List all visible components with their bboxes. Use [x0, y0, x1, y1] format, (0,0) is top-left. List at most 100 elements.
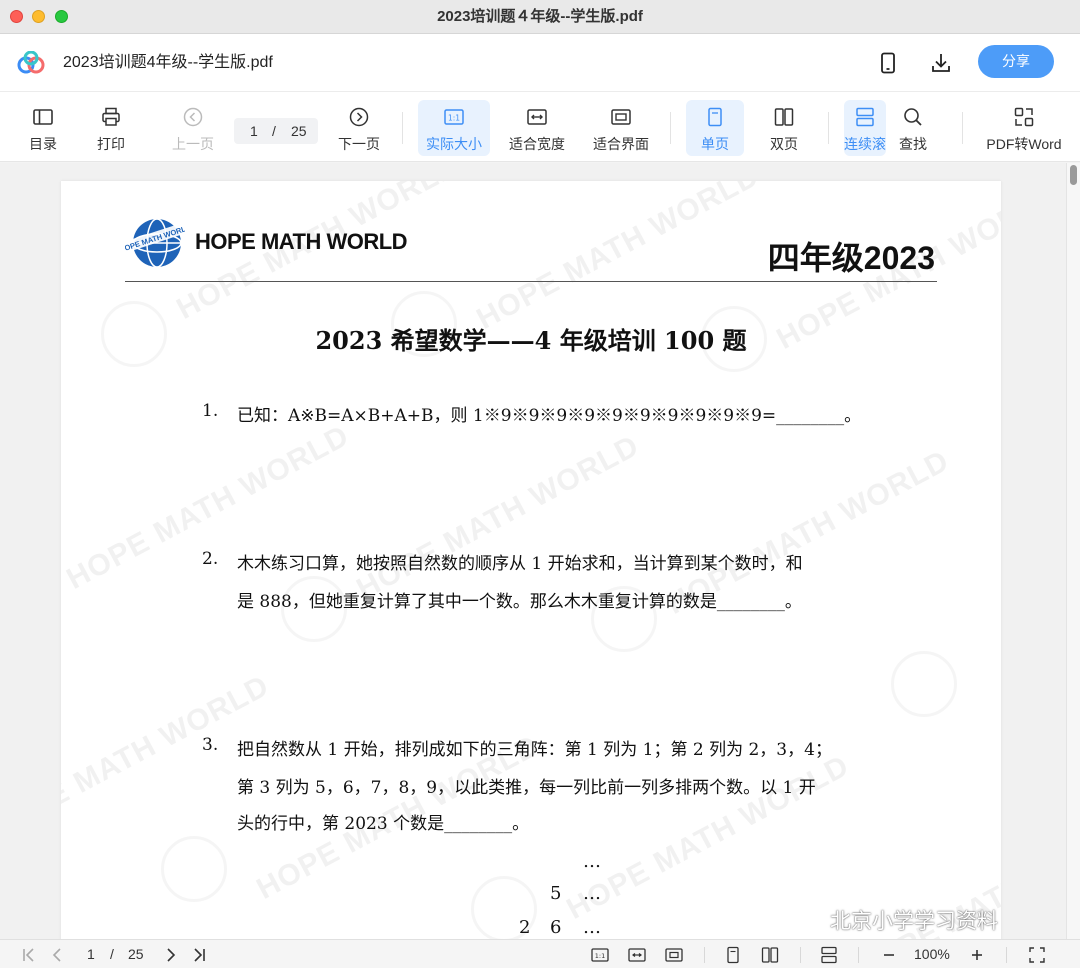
continuous-scroll-icon[interactable] [820, 946, 838, 964]
search-label: 查找 [899, 136, 927, 152]
pdf-to-word-label: PDF转Word [986, 136, 1062, 152]
prev-page-button[interactable]: 上一页 [168, 100, 218, 156]
double-page-icon[interactable] [761, 946, 779, 964]
next-page-label: 下一页 [338, 136, 380, 152]
fit-width-icon [527, 109, 547, 125]
question-number: 2. [202, 549, 219, 569]
toc-label: 目录 [29, 136, 57, 152]
vertical-scrollbar[interactable] [1066, 163, 1080, 939]
prev-page-icon[interactable] [48, 946, 66, 964]
triangle-cell: 6 [550, 917, 562, 938]
document-title: 2023培训题4年级--学生版.pdf [63, 54, 273, 71]
scrollbar-thumb[interactable] [1070, 165, 1077, 185]
question-line: 把自然数从 1 开始，排列成如下的三角阵：第 1 列为 1；第 2 列为 2，3… [237, 740, 832, 760]
fit-width-label: 适合宽度 [509, 136, 565, 152]
status-divider [858, 947, 859, 963]
social-watermark-text: 北京小学学习资料 [830, 909, 998, 933]
printer-icon [102, 107, 120, 126]
print-button[interactable]: 打印 [88, 100, 134, 156]
status-page-total: 25 [128, 946, 144, 962]
status-divider [704, 947, 705, 963]
sidebar-icon [33, 109, 53, 125]
brand-name: HOPE MATH WORLD [195, 229, 408, 254]
baidu-netdisk-logo-icon [17, 51, 45, 74]
watermark-globe-icon [161, 836, 227, 902]
status-page-current[interactable]: 1 [87, 940, 95, 968]
toolbar-divider [402, 112, 403, 144]
next-page-icon[interactable] [162, 946, 180, 964]
next-page-button[interactable]: 下一页 [334, 100, 384, 156]
question-line: 是 888，但她重复计算了其中一个数。那么木木重复计算的数是________。 [237, 592, 802, 612]
app-window: 2023培训题４年级--学生版.pdf 2023培训题4年级--学生版.pdf … [0, 0, 1080, 968]
triangle-cell: … [583, 883, 601, 904]
status-bar: 1 / 25 1:1 100% [0, 939, 1080, 968]
toolbar-divider [962, 112, 963, 144]
actual-size-icon: 1:1 [444, 109, 464, 125]
last-page-icon[interactable] [190, 946, 208, 964]
triangle-cell: 2 [519, 917, 531, 938]
download-icon[interactable] [929, 51, 953, 75]
question-number: 1. [202, 401, 219, 421]
zoom-in-icon[interactable] [968, 946, 986, 964]
toolbar: 目录 打印 上一页 1 / 25 下一页 1:1 实际大小 适合宽度 适合界面 … [0, 92, 1080, 162]
pdf-page: HOPE MATH WORLD HOPE MATH WORLD HOPE MAT… [61, 181, 1001, 939]
question-line: 第 3 列为 5，6，7，8，9，以此类推，每一列比前一列多排两个数。以 1 开 [237, 778, 816, 798]
search-button[interactable]: 查找 [890, 100, 936, 156]
toolbar-divider [670, 112, 671, 144]
continuous-scroll-icon [856, 107, 874, 127]
document-viewport[interactable]: HOPE MATH WORLD HOPE MATH WORLD HOPE MAT… [0, 163, 1066, 939]
double-page-icon [774, 108, 794, 126]
single-page-button[interactable]: 单页 [686, 100, 744, 156]
triangle-cell: … [583, 851, 601, 872]
toolbar-divider [828, 112, 829, 144]
question-number: 3. [202, 735, 219, 755]
page-current: 1 [250, 123, 258, 139]
grade-label: 四年级2023 [767, 240, 935, 276]
status-divider [800, 947, 801, 963]
zoom-out-icon[interactable] [880, 946, 898, 964]
convert-icon [1014, 107, 1034, 127]
single-page-icon[interactable] [724, 946, 742, 964]
search-icon [904, 108, 922, 126]
prev-page-label: 上一页 [172, 136, 214, 152]
page-number-input[interactable]: 1 / 25 [234, 118, 318, 144]
status-page-separator: / [110, 946, 114, 962]
triangle-cell: 5 [550, 883, 562, 904]
window-title: 2023培训题４年级--学生版.pdf [437, 8, 643, 25]
fit-page-button[interactable]: 适合界面 [588, 100, 654, 156]
hope-math-world-logo-icon: HOPE MATH WORLD [125, 218, 185, 268]
first-page-icon[interactable] [20, 946, 38, 964]
continuous-scroll-button[interactable]: 连续滚 [844, 100, 886, 156]
wechat-icon [787, 908, 820, 931]
header-rule [125, 281, 937, 282]
fullscreen-icon[interactable] [1028, 946, 1046, 964]
page-separator: / [272, 123, 276, 139]
actual-size-label: 实际大小 [426, 136, 482, 152]
actual-size-button[interactable]: 1:1 实际大小 [418, 100, 490, 156]
double-page-label: 双页 [770, 136, 798, 152]
document-heading: 2023 希望数学——4 年级培训 100 题 [315, 326, 747, 355]
app-header: 2023培训题4年级--学生版.pdf 分享 [0, 34, 1080, 92]
status-divider [1006, 947, 1007, 963]
svg-text:1:1: 1:1 [595, 952, 605, 960]
pdf-to-word-button[interactable]: PDF转Word [982, 100, 1066, 156]
single-page-label: 单页 [701, 136, 729, 152]
triangle-cell: … [583, 917, 601, 938]
continuous-scroll-label: 连续滚 [844, 136, 886, 152]
phone-icon[interactable] [876, 51, 900, 75]
toc-button[interactable]: 目录 [20, 100, 66, 156]
actual-size-icon[interactable]: 1:1 [591, 946, 609, 964]
zoom-level: 100% [914, 946, 950, 962]
fit-width-icon[interactable] [628, 946, 646, 964]
double-page-button[interactable]: 双页 [758, 100, 810, 156]
print-label: 打印 [97, 136, 125, 152]
fit-width-button[interactable]: 适合宽度 [504, 100, 570, 156]
chevron-right-circle-icon [349, 107, 369, 127]
title-bar: 2023培训题４年级--学生版.pdf [0, 0, 1080, 34]
chevron-left-circle-icon [183, 107, 203, 127]
question-line: 头的行中，第 2023 个数是________。 [237, 814, 530, 834]
share-button[interactable]: 分享 [978, 45, 1054, 78]
fit-page-icon[interactable] [665, 946, 683, 964]
watermark-text: HOPE MATH WORLD [351, 429, 645, 606]
single-page-icon [708, 107, 722, 127]
